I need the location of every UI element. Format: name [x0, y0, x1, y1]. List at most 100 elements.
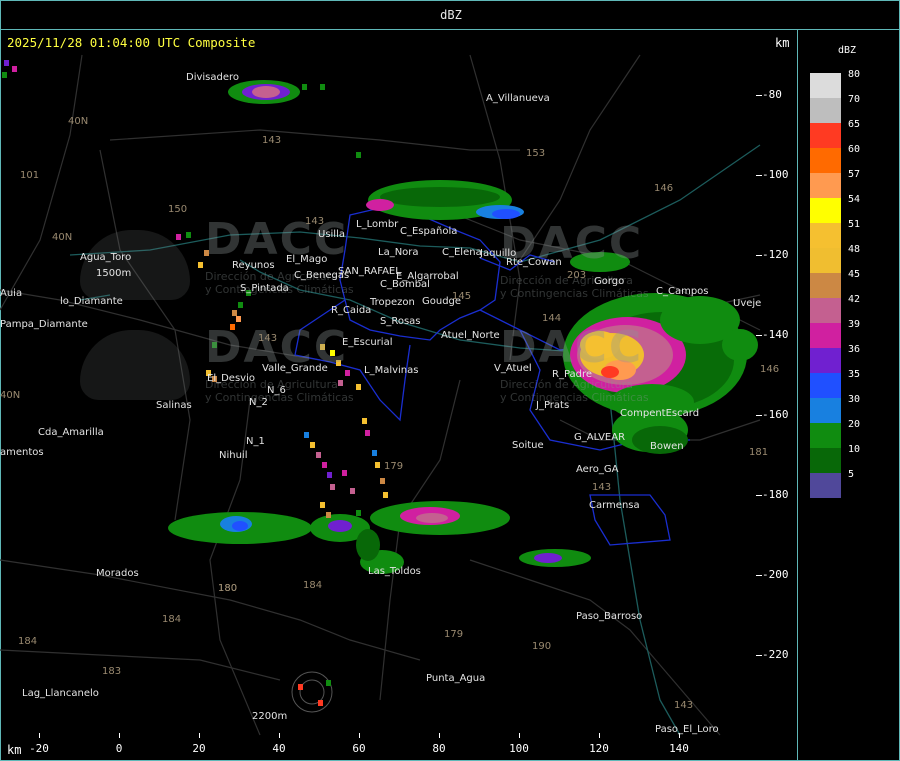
route-label: 153	[526, 148, 546, 159]
echo-pixel	[326, 680, 331, 686]
place-label: Rte_Cowan	[506, 257, 562, 268]
place-label: Punta_Agua	[426, 673, 486, 684]
y-tick-label: -120	[762, 248, 789, 261]
x-tick-mark	[439, 733, 440, 738]
echo-pixel	[320, 502, 325, 508]
y-tick-label: -80	[762, 88, 782, 101]
echo-pixel	[238, 302, 243, 308]
y-tick-label: -180	[762, 488, 789, 501]
legend-swatch	[810, 273, 841, 298]
route-label: 144	[542, 313, 562, 324]
x-tick-mark	[199, 733, 200, 738]
y-tick-mark	[756, 575, 762, 576]
place-label: Aero_GA	[576, 464, 619, 475]
place-label: Auia	[0, 288, 23, 299]
place-label: E_Escurial	[342, 337, 393, 348]
x-tick-label: 100	[509, 742, 529, 755]
route-label: 183	[102, 666, 122, 677]
echo-cell	[534, 553, 562, 563]
legend-label: 20	[848, 419, 861, 430]
x-tick-mark	[279, 733, 280, 738]
legend-label: 5	[848, 469, 855, 480]
place-label: La_Nora	[378, 247, 419, 258]
watermark-line: y Contingencias Climáticas	[500, 287, 649, 300]
legend-label: 65	[848, 119, 861, 130]
y-tick-label: -220	[762, 648, 789, 661]
route-label: 143	[592, 482, 612, 493]
echo-pixel	[356, 510, 361, 516]
x-tick-mark	[359, 733, 360, 738]
place-label: R_Caida	[331, 305, 372, 316]
x-tick-label: 0	[115, 742, 123, 755]
y-tick-mark	[756, 335, 762, 336]
legend-swatch	[810, 173, 841, 198]
place-label: 1500m	[96, 268, 132, 279]
place-label: S_Rosas	[380, 316, 421, 327]
place-label: Uveje	[733, 298, 762, 309]
route-label: 180	[218, 583, 238, 594]
echo-pixel	[356, 152, 361, 158]
legend-label: 57	[848, 169, 861, 180]
legend-swatch	[810, 423, 841, 448]
place-label: R_Padre	[552, 369, 593, 380]
legend-swatch	[810, 323, 841, 348]
place-label: Valle_Grande	[262, 363, 328, 374]
route-label: 190	[532, 641, 552, 652]
echo-pixel	[176, 234, 181, 240]
echo-cell	[252, 86, 280, 98]
echo-pixel	[342, 470, 347, 476]
echo-pixel	[186, 232, 191, 238]
route-label: 184	[303, 580, 323, 591]
legend-label: 42	[848, 294, 861, 305]
route-label: 40N	[52, 232, 73, 243]
place-label: C_Campos	[656, 286, 709, 297]
y-tick-mark	[756, 175, 762, 176]
place-label: Soitue	[512, 440, 544, 451]
y-axis-unit: km	[775, 36, 790, 50]
place-label: SAN_RAFAEL	[338, 266, 401, 277]
place-label: Gorgo	[594, 276, 625, 287]
place-label: Agua_Toro	[80, 252, 132, 263]
x-tick-mark	[39, 733, 40, 738]
legend-label: 35	[848, 369, 861, 380]
echo-pixel	[362, 418, 367, 424]
echo-pixel	[350, 488, 355, 494]
legend-swatch	[810, 373, 841, 398]
echo-pixel	[365, 430, 370, 436]
place-label: L_Lombr	[356, 219, 399, 230]
echo-pixel	[372, 450, 377, 456]
legend-swatch	[810, 298, 841, 323]
place-label: N_2	[249, 397, 268, 408]
place-label: C_Elena	[442, 247, 482, 258]
place-label: Las_Toldos	[368, 566, 421, 577]
y-tick-label: -140	[762, 328, 789, 341]
echo-cell	[722, 329, 758, 361]
echo-pixel	[198, 262, 203, 268]
echo-pixel	[326, 512, 331, 518]
route-label: 143	[262, 135, 282, 146]
road	[0, 649, 281, 681]
route-label: 40N	[0, 390, 21, 401]
legend-swatch	[810, 198, 841, 223]
x-tick-label: 80	[432, 742, 446, 755]
echo-pixel	[304, 432, 309, 438]
x-tick-label: 40	[272, 742, 286, 755]
echo-cell	[328, 520, 352, 532]
place-label: A_Villanueva	[486, 93, 550, 104]
place-label: 2200m	[252, 711, 288, 722]
echo-pixel	[298, 684, 303, 690]
echo-pixel	[316, 452, 321, 458]
echo-pixel	[318, 700, 323, 706]
legend-label: 39	[848, 319, 861, 330]
route-label: 143	[258, 333, 278, 344]
route-label: 179	[444, 629, 464, 640]
place-label: Paso_El_Loro	[655, 724, 719, 735]
echo-pixel	[375, 462, 380, 468]
echo-pixel	[383, 492, 388, 498]
echo-pixel	[338, 380, 343, 386]
echo-pixel	[380, 478, 385, 484]
legend-label: 30	[848, 394, 861, 405]
route-label: 179	[384, 461, 404, 472]
place-label: Tropezon	[370, 297, 415, 308]
y-tick-label: -200	[762, 568, 789, 581]
